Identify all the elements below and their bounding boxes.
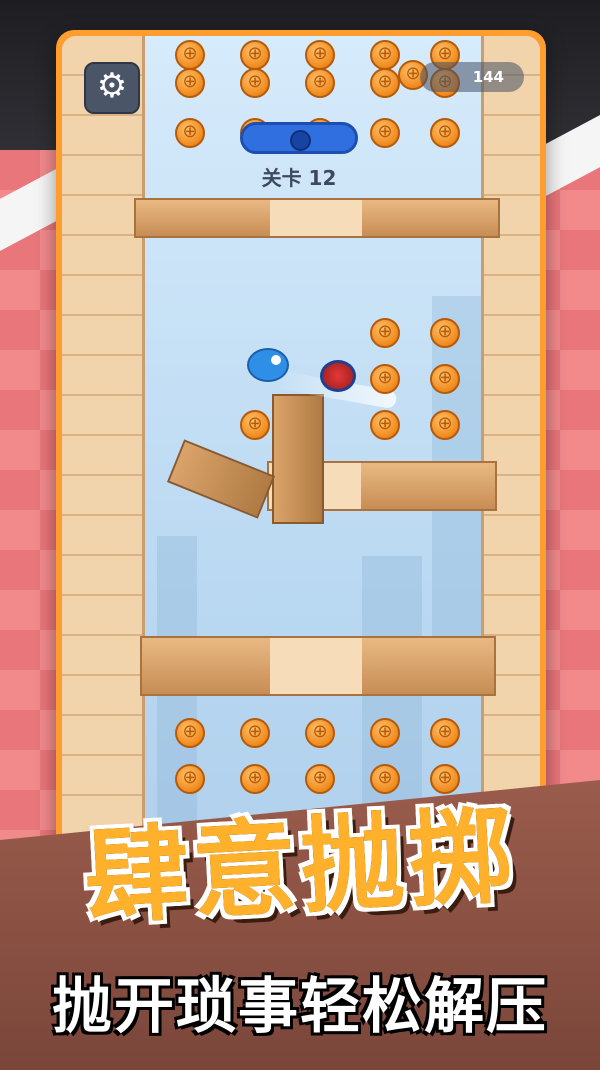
basketball-coin-icon: ⊕ bbox=[370, 318, 400, 348]
basketball-coin-icon: ⊕ bbox=[370, 40, 400, 70]
basketball-coin-icon: ⊕ bbox=[175, 718, 205, 748]
basketball-coin-icon: ⊕ bbox=[305, 718, 335, 748]
wood-plank bbox=[134, 198, 500, 238]
red-puck[interactable] bbox=[320, 360, 356, 392]
score-display: 144 bbox=[420, 62, 524, 92]
basketball-coin-icon: ⊕ bbox=[430, 318, 460, 348]
basketball-coin-icon: ⊕ bbox=[370, 410, 400, 440]
basketball-coin-icon: ⊕ bbox=[305, 40, 335, 70]
basketball-coin-icon: ⊕ bbox=[430, 364, 460, 394]
basketball-coin-icon: ⊕ bbox=[370, 118, 400, 148]
level-label: 关卡 12 bbox=[261, 166, 337, 190]
basketball-coin-icon: ⊕ bbox=[430, 718, 460, 748]
basketball-coin-icon: ⊕ bbox=[240, 410, 270, 440]
basketball-coin-icon: ⊕ bbox=[240, 40, 270, 70]
basketball-coin-icon: ⊕ bbox=[430, 410, 460, 440]
level-progress-bar bbox=[240, 122, 358, 154]
settings-button[interactable]: ⚙ bbox=[84, 62, 140, 114]
basketball-coin-icon: ⊕ bbox=[240, 68, 270, 98]
basketball-coin-icon: ⊕ bbox=[370, 68, 400, 98]
basketball-coin-icon: ⊕ bbox=[175, 68, 205, 98]
basketball-coin-icon: ⊕ bbox=[305, 68, 335, 98]
basketball-coin-icon: ⊕ bbox=[430, 118, 460, 148]
wood-block bbox=[272, 394, 324, 524]
bird-player[interactable] bbox=[247, 348, 289, 382]
basketball-coin-icon: ⊕ bbox=[370, 364, 400, 394]
basketball-coin-icon: ⊕ bbox=[370, 718, 400, 748]
wood-plank bbox=[140, 636, 496, 696]
basketball-coin-icon: ⊕ bbox=[175, 118, 205, 148]
basketball-coin-icon: ⊕ bbox=[175, 40, 205, 70]
promo-subtitle: 抛开琐事轻松解压 bbox=[52, 972, 548, 1042]
basketball-coin-icon: ⊕ bbox=[240, 718, 270, 748]
promo-title: 肆意抛掷 bbox=[81, 794, 520, 940]
